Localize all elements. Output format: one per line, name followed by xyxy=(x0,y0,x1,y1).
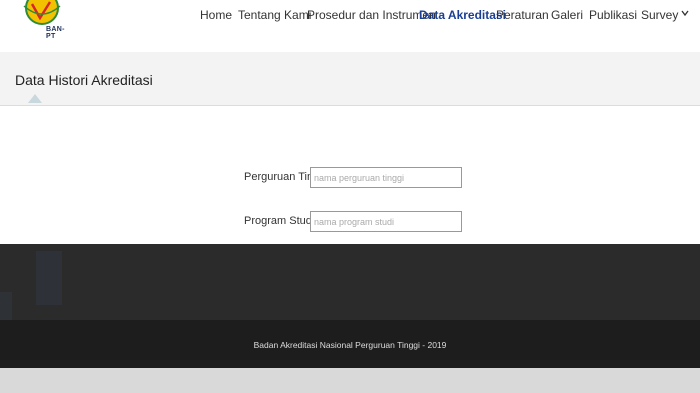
footer-copyright: Badan Akreditasi Nasional Perguruan Ting… xyxy=(253,340,447,350)
ban-pt-logo[interactable]: BAN-PT xyxy=(20,0,64,40)
nav-item-publikasi[interactable]: Publikasi xyxy=(589,8,637,22)
side-illustration-icon xyxy=(0,292,12,320)
logo-text: BAN-PT xyxy=(46,26,65,40)
program-studi-input[interactable] xyxy=(310,211,462,232)
nav-item-home[interactable]: Home xyxy=(200,8,232,22)
site-footer: Badan Akreditasi Nasional Perguruan Ting… xyxy=(0,320,700,368)
title-notch-decoration xyxy=(28,94,42,103)
page-title: Data Histori Akreditasi xyxy=(15,72,153,88)
nav-item-survey[interactable]: Survey xyxy=(641,8,678,22)
document-illustration-icon xyxy=(36,251,62,305)
nav-item-peraturan[interactable]: Peraturan xyxy=(496,8,549,22)
site-header: BAN-PT Home Tentang Kami Prosedur dan In… xyxy=(0,0,700,53)
program-studi-label: Program Studi xyxy=(244,215,315,227)
nav-item-galeri[interactable]: Galeri xyxy=(551,8,583,22)
nav-item-tentang-kami[interactable]: Tentang Kami xyxy=(238,8,311,22)
dark-background-band xyxy=(0,244,700,320)
page-title-bar: Data Histori Akreditasi xyxy=(0,52,700,106)
nav-item-prosedur-dan-instrumen[interactable]: Prosedur dan Instrumen xyxy=(307,8,436,22)
perguruan-tinggi-input[interactable] xyxy=(310,167,462,188)
nav-item-data-akreditasi[interactable]: Data Akreditasi xyxy=(419,8,506,22)
chevron-down-icon[interactable] xyxy=(681,9,689,17)
bottom-strip xyxy=(0,368,700,393)
